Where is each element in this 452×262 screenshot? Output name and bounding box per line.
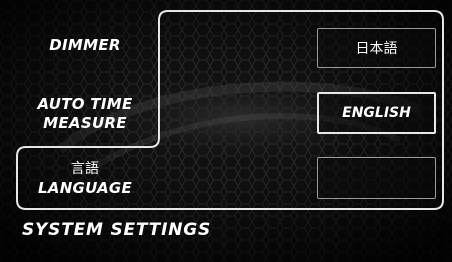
empty-option-button[interactable] [317, 157, 436, 199]
system-settings-screen: DIMMER AUTO TIME MEASURE 言語 LANGUAGE 日本語… [0, 0, 452, 262]
dimmer-label: DIMMER [49, 36, 121, 54]
language-label-english: LANGUAGE [37, 179, 133, 197]
menu-item-auto-time-measure[interactable]: AUTO TIME MEASURE [20, 95, 150, 133]
menu-item-dimmer[interactable]: DIMMER [20, 36, 150, 55]
english-language-button[interactable]: ENGLISH [317, 92, 436, 134]
english-button-label: ENGLISH [342, 105, 411, 121]
auto-time-measure-label-line1: AUTO TIME [37, 95, 133, 113]
page-title: SYSTEM SETTINGS [22, 220, 212, 240]
menu-item-language[interactable]: 言語 LANGUAGE [20, 160, 150, 198]
japanese-button-label: 日本語 [355, 41, 398, 57]
language-label-japanese: 言語 [70, 161, 100, 177]
auto-time-measure-label-line2: MEASURE [43, 114, 127, 132]
japanese-language-button[interactable]: 日本語 [317, 28, 436, 68]
